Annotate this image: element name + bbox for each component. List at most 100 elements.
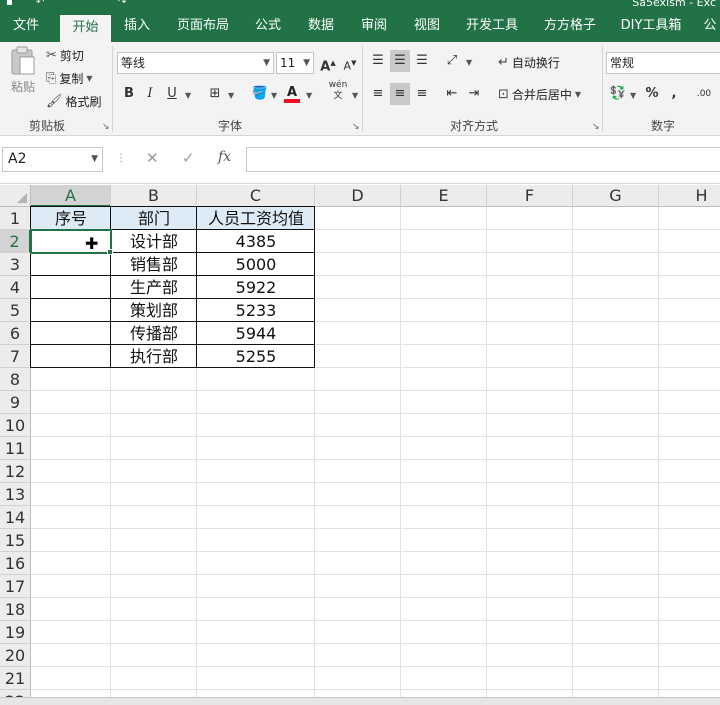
copy-button[interactable]: ⎘ 复制 ▼	[46, 67, 93, 89]
chevron-down-icon[interactable]: ▼	[86, 74, 92, 83]
font-color-button[interactable]: A	[282, 82, 302, 104]
comma-style-button[interactable]: ,	[664, 83, 684, 105]
select-all-button[interactable]	[0, 185, 31, 207]
formula-input[interactable]	[246, 147, 720, 172]
chevron-down-icon[interactable]: ▼	[352, 91, 358, 100]
row-header[interactable]: 8	[0, 368, 31, 391]
row-header[interactable]: 21	[0, 667, 31, 690]
phonetic-button[interactable]: wén 文	[326, 80, 350, 102]
row-header[interactable]: 4	[0, 276, 31, 299]
chevron-down-icon[interactable]: ▼	[575, 90, 581, 99]
row-header[interactable]: 16	[0, 552, 31, 575]
table-cell-salary[interactable]: 5944	[197, 322, 315, 345]
align-middle-button[interactable]: ☰	[390, 50, 410, 72]
increase-indent-button[interactable]: ⇥	[464, 83, 484, 105]
active-cell-a2[interactable]	[30, 229, 112, 254]
table-cell-department[interactable]: 策划部	[111, 299, 197, 322]
row-header[interactable]: 12	[0, 460, 31, 483]
header-cell-index[interactable]: 序号	[31, 207, 111, 230]
row-header[interactable]: 3	[0, 253, 31, 276]
dialog-launcher-icon[interactable]: ↘	[102, 122, 110, 132]
tab-diy-toolbox[interactable]: DIY工具箱	[616, 12, 686, 42]
row-header[interactable]: 6	[0, 322, 31, 345]
percent-style-button[interactable]: %	[642, 83, 662, 105]
worksheet-grid[interactable]: A B C D E F G H 1 2 3 4 5 6 7 8 9 10 11 …	[0, 185, 720, 705]
cancel-icon[interactable]: ✕	[146, 149, 159, 167]
redo-icon[interactable]: ↷	[118, 0, 126, 8]
tab-insert[interactable]: 插入	[115, 12, 159, 42]
orientation-button[interactable]: ⤢	[442, 50, 462, 72]
tab-developer[interactable]: 开发工具	[460, 12, 524, 42]
tab-fangfang[interactable]: 方方格子	[538, 12, 602, 42]
save-icon[interactable]: ▪	[6, 0, 13, 8]
column-header-g[interactable]: G	[573, 185, 659, 207]
chevron-down-icon[interactable]: ▼	[271, 91, 277, 100]
chevron-down-icon[interactable]: ▼	[466, 58, 472, 67]
row-header[interactable]: 2	[0, 230, 31, 253]
bold-button[interactable]: B	[119, 83, 139, 105]
column-header-a[interactable]: A	[31, 185, 111, 207]
chevron-down-icon[interactable]: ▼	[228, 91, 234, 100]
chevron-down-icon[interactable]: ▼	[306, 91, 312, 100]
dialog-launcher-icon[interactable]: ↘	[352, 122, 360, 132]
table-cell-salary[interactable]: 5255	[197, 345, 315, 368]
header-cell-salary[interactable]: 人员工资均值	[197, 207, 315, 230]
table-cell-salary[interactable]: 5233	[197, 299, 315, 322]
column-header-f[interactable]: F	[487, 185, 573, 207]
tab-partial[interactable]: 公	[700, 12, 720, 42]
tab-file[interactable]: 文件	[4, 12, 48, 42]
align-right-button[interactable]: ≡	[412, 83, 432, 105]
chevron-down-icon[interactable]: ▼	[630, 91, 636, 100]
cut-button[interactable]: ✂ 剪切	[46, 44, 84, 66]
underline-button[interactable]: U	[162, 83, 182, 105]
row-header[interactable]: 10	[0, 414, 31, 437]
font-size-combo[interactable]: 11 ▼	[276, 52, 314, 74]
table-cell-salary[interactable]: 5922	[197, 276, 315, 299]
column-header-b[interactable]: B	[111, 185, 197, 207]
tab-page-layout[interactable]: 页面布局	[172, 12, 234, 42]
font-name-combo[interactable]: 等线 ▼	[117, 52, 274, 74]
tab-view[interactable]: 视图	[405, 12, 449, 42]
grow-font-button[interactable]: A▲	[318, 52, 338, 74]
increase-decimal-button[interactable]: .00	[694, 83, 714, 105]
header-cell-department[interactable]: 部门	[111, 207, 197, 230]
check-icon[interactable]: ✓	[182, 149, 195, 167]
table-cell-salary[interactable]: 4385	[197, 230, 315, 253]
table-cell-salary[interactable]: 5000	[197, 253, 315, 276]
row-header[interactable]: 20	[0, 644, 31, 667]
row-header[interactable]: 5	[0, 299, 31, 322]
align-top-button[interactable]: ☰	[368, 50, 388, 72]
dialog-launcher-icon[interactable]: ↘	[592, 122, 600, 132]
name-box[interactable]: A2 ▼	[2, 147, 103, 172]
chevron-down-icon[interactable]: ▼	[185, 91, 191, 100]
format-painter-button[interactable]: 🖌 格式刷	[46, 90, 102, 112]
table-cell-department[interactable]: 生产部	[111, 276, 197, 299]
fill-handle[interactable]	[107, 249, 113, 255]
row-header[interactable]: 13	[0, 483, 31, 506]
insert-function-button[interactable]: fx	[218, 149, 231, 165]
accounting-format-button[interactable]: 💱	[608, 83, 628, 105]
align-bottom-button[interactable]: ☰	[412, 50, 432, 72]
row-header[interactable]: 14	[0, 506, 31, 529]
borders-button[interactable]: ⊞	[205, 83, 225, 105]
row-header[interactable]: 17	[0, 575, 31, 598]
row-header[interactable]: 7	[0, 345, 31, 368]
decrease-indent-button[interactable]: ⇤	[442, 83, 462, 105]
column-header-c[interactable]: C	[197, 185, 315, 207]
wrap-text-button[interactable]: ↵ 自动换行	[498, 51, 560, 73]
merge-center-button[interactable]: ⊡ 合并后居中 ▼	[498, 83, 581, 105]
align-center-button[interactable]: ≡	[390, 83, 410, 105]
number-format-combo[interactable]: 常规	[606, 52, 720, 74]
row-header[interactable]: 15	[0, 529, 31, 552]
shrink-font-button[interactable]: A▼	[340, 52, 360, 74]
row-header[interactable]: 18	[0, 598, 31, 621]
table-cell-department[interactable]: 执行部	[111, 345, 197, 368]
column-header-e[interactable]: E	[401, 185, 487, 207]
row-header[interactable]: 11	[0, 437, 31, 460]
align-left-button[interactable]: ≡	[368, 83, 388, 105]
column-header-h[interactable]: H	[659, 185, 720, 207]
table-cell-department[interactable]: 设计部	[111, 230, 197, 253]
column-header-d[interactable]: D	[315, 185, 401, 207]
row-header[interactable]: 19	[0, 621, 31, 644]
tab-formulas[interactable]: 公式	[246, 12, 290, 42]
